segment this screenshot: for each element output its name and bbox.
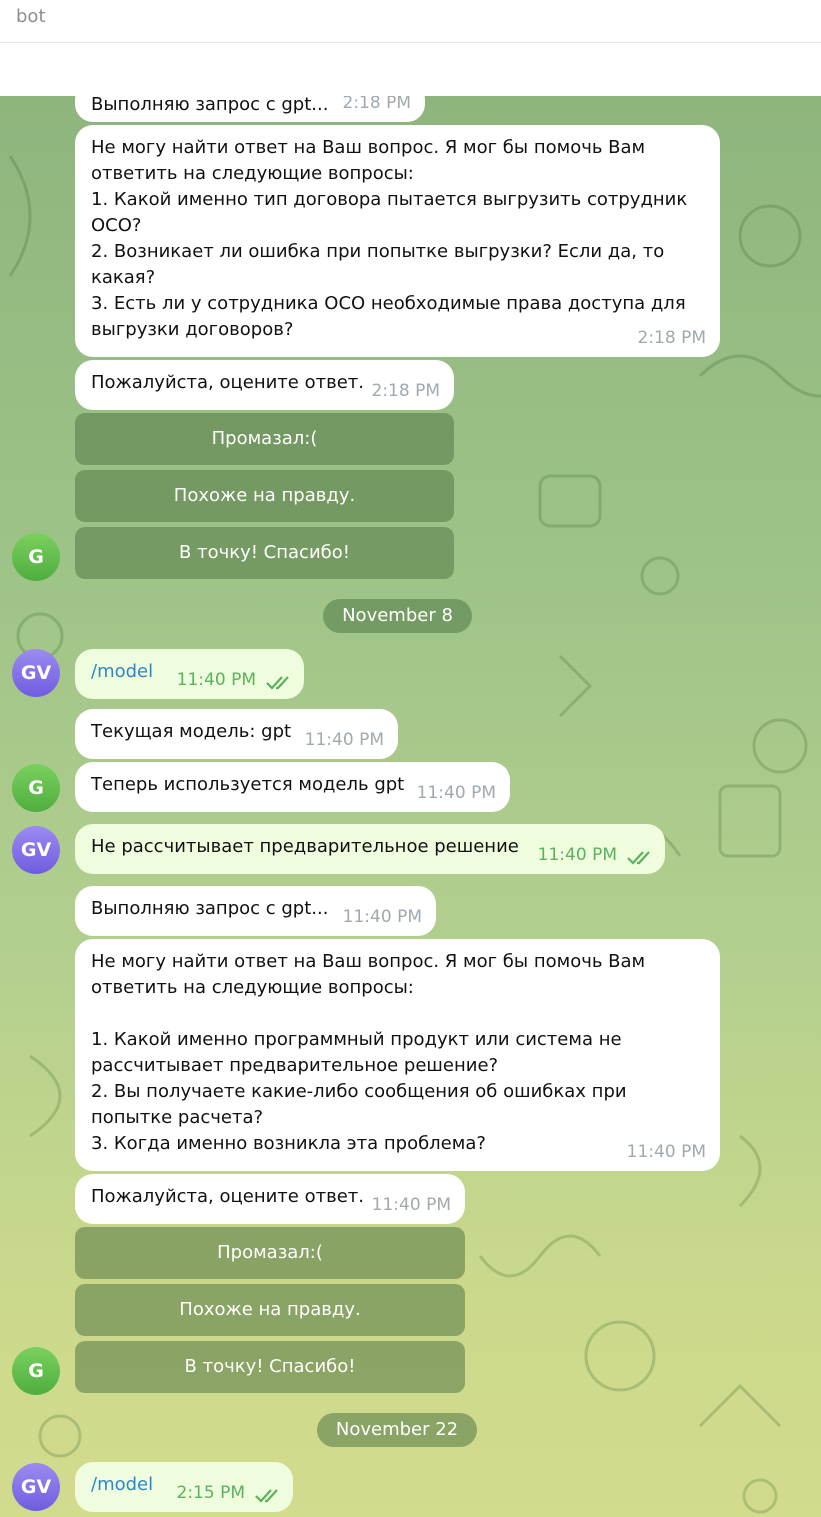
read-checkmark-icon <box>627 851 650 865</box>
message-text: Теперь используется модель gpt <box>91 774 405 795</box>
message-time: 11:40 PM <box>342 907 422 927</box>
avatar[interactable]: GV <box>12 649 60 697</box>
keyboard-button-plausible[interactable]: Похоже на правду. <box>75 470 454 522</box>
message-time: 11:40 PM <box>371 1195 451 1215</box>
read-checkmark-icon <box>266 676 289 690</box>
message-text: Пожалуйста, оцените ответ. <box>91 1186 364 1207</box>
message-text: Текущая модель: gpt <box>91 721 292 742</box>
message-bot[interactable]: Не могу найти ответ на Ваш вопрос. Я мог… <box>75 939 720 1171</box>
message-text: Выполняю запрос с gpt... <box>91 96 329 115</box>
message-user[interactable]: /model 2:15 PM <box>75 1462 293 1512</box>
avatar[interactable]: G <box>12 764 60 812</box>
message-time: 2:18 PM <box>342 96 412 113</box>
avatar[interactable]: G <box>12 533 60 581</box>
message-time: 11:40 PM <box>416 783 496 803</box>
avatar[interactable]: GV <box>12 826 60 874</box>
message-time: 2:18 PM <box>371 381 441 401</box>
message-bot[interactable]: Выполняю запрос с gpt... 2:18 PM <box>75 96 425 122</box>
message-bot[interactable]: Выполняю запрос с gpt... 11:40 PM <box>75 886 436 936</box>
message-bot[interactable]: Пожалуйста, оцените ответ. 2:18 PM <box>75 360 454 410</box>
keyboard-button-plausible[interactable]: Похоже на правду. <box>75 1284 465 1336</box>
message-time: 11:40 PM <box>537 845 617 865</box>
message-bot[interactable]: Текущая модель: gpt 11:40 PM <box>75 709 398 759</box>
message-user[interactable]: Не рассчитывает предварительное решение … <box>75 824 665 874</box>
message-text: Не рассчитывает предварительное решение <box>91 836 519 857</box>
message-text: Не могу найти ответ на Ваш вопрос. Я мог… <box>91 137 688 340</box>
date-separator: November 8 <box>323 599 472 633</box>
keyboard-button-exact[interactable]: В точку! Спасибо! <box>75 527 454 579</box>
message-time: 11:40 PM <box>626 1142 706 1162</box>
message-text: Выполняю запрос с gpt... <box>91 898 329 919</box>
avatar[interactable]: GV <box>12 1463 60 1511</box>
message-text: Пожалуйста, оцените ответ. <box>91 372 364 393</box>
command-link[interactable]: /model <box>91 1474 153 1495</box>
keyboard-button-exact[interactable]: В точку! Спасибо! <box>75 1341 465 1393</box>
keyboard-button-miss[interactable]: Промазал:( <box>75 413 454 465</box>
message-bot[interactable]: Пожалуйста, оцените ответ. 11:40 PM <box>75 1174 465 1224</box>
message-time: 2:15 PM <box>176 1483 246 1503</box>
keyboard-button-miss[interactable]: Промазал:( <box>75 1227 465 1279</box>
message-time: 11:40 PM <box>304 730 384 750</box>
command-link[interactable]: /model <box>91 661 153 682</box>
message-bot[interactable]: Теперь используется модель gpt 11:40 PM <box>75 762 510 812</box>
message-text: Не могу найти ответ на Ваш вопрос. Я мог… <box>91 951 646 1154</box>
message-user[interactable]: /model 11:40 PM <box>75 649 304 699</box>
message-bot[interactable]: Не могу найти ответ на Ваш вопрос. Я мог… <box>75 125 720 357</box>
chat-header: bot <box>0 0 821 43</box>
message-time: 11:40 PM <box>176 670 256 690</box>
date-separator: November 22 <box>317 1413 477 1447</box>
chat-title[interactable]: bot <box>16 6 46 27</box>
message-list[interactable]: Выполняю запрос с gpt... 2:18 PM Не могу… <box>0 96 821 1517</box>
read-checkmark-icon <box>255 1489 278 1503</box>
header-spacer <box>0 43 821 96</box>
avatar[interactable]: G <box>12 1347 60 1395</box>
message-time: 2:18 PM <box>637 328 707 348</box>
